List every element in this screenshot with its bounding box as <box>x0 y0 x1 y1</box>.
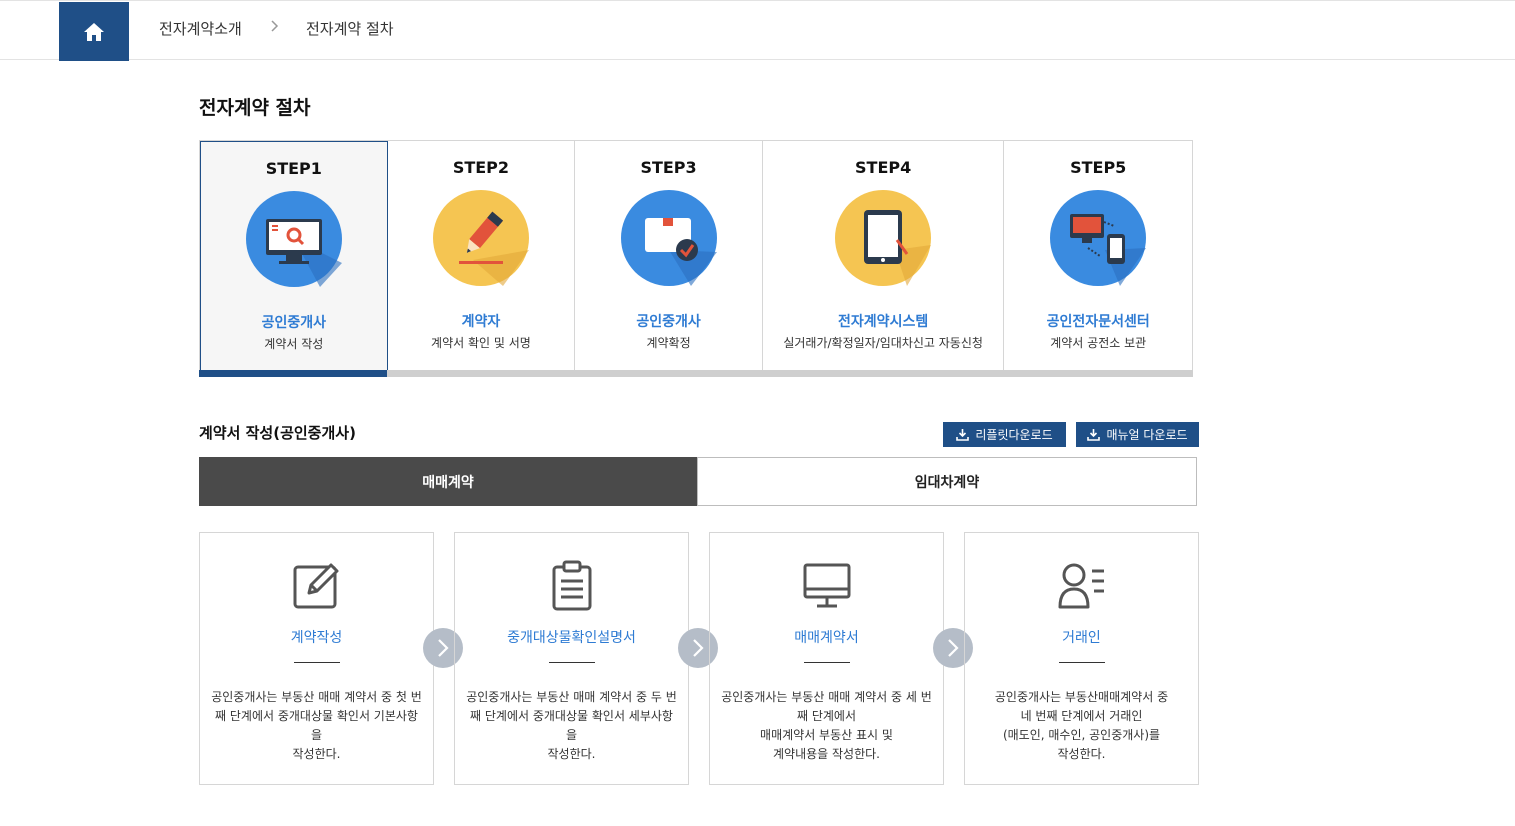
step-4[interactable]: STEP4 전자계약시스템 실거래가/확정일자/임대차신고 자동신청 <box>763 141 1005 371</box>
process-card-contract: 계약작성 공인중개사는 부동산 매매 계약서 중 첫 번 째 단계에서 중개대상… <box>199 532 434 785</box>
card-description: 공인중개사는 부동산 매매 계약서 중 첫 번 째 단계에서 중개대상물 확인서… <box>211 690 422 761</box>
manual-download-label: 매뉴얼 다운로드 <box>1106 428 1188 442</box>
monitor-icon <box>803 563 850 608</box>
step-desc: 계약서 작성 <box>264 337 324 351</box>
process-card-parties: 거래인 공인중개사는 부동산매매계약서 중 네 번째 단계에서 거래인 (매도인… <box>964 532 1199 785</box>
step-2[interactable]: STEP2 계약자 계약서 확인 및 서명 <box>388 141 576 371</box>
card-title: 중개대상물확인설명서 <box>507 630 636 646</box>
document-check-icon <box>620 190 717 286</box>
step-role: 전자계약시스템 <box>838 314 929 330</box>
card-description: 공인중개사는 부동산매매계약서 중 네 번째 단계에서 거래인 (매도인, 매수… <box>994 690 1169 761</box>
step-desc: 계약서 확인 및 서명 <box>431 336 531 350</box>
step-desc: 계약서 공전소 보관 <box>1050 336 1147 350</box>
monitor-search-icon <box>245 191 342 287</box>
leaflet-download-label: 리플릿다운로드 <box>975 428 1053 442</box>
step-3[interactable]: STEP3 공인중개사 계약확정 <box>575 141 763 371</box>
tab-sale[interactable]: 매매계약 <box>199 457 697 506</box>
download-icon <box>956 429 970 441</box>
home-button[interactable] <box>59 2 129 61</box>
step-number: STEP5 <box>1070 158 1127 177</box>
download-icon <box>1087 429 1101 441</box>
step-desc: 계약확정 <box>646 336 691 350</box>
manual-download-button[interactable]: 매뉴얼 다운로드 <box>1076 422 1199 447</box>
step-role: 공인중개사 <box>636 314 701 330</box>
clipboard-icon <box>552 560 591 611</box>
step-role: 계약자 <box>461 314 501 330</box>
chevron-right-icon <box>271 20 279 32</box>
tablet-icon <box>835 190 932 286</box>
user-list-icon <box>1058 563 1104 609</box>
section-title: 계약서 작성(공인중개사) <box>199 424 356 442</box>
step-number: STEP1 <box>265 159 322 178</box>
card-title: 거래인 <box>1062 630 1101 646</box>
pencil-icon <box>432 190 529 286</box>
card-divider <box>293 662 340 663</box>
step-number: STEP3 <box>640 158 697 177</box>
card-divider <box>803 662 850 663</box>
step-desc: 실거래가/확정일자/임대차신고 자동신청 <box>783 336 983 350</box>
card-title: 매매계약서 <box>794 630 859 646</box>
card-description: 공인중개사는 부동산 매매 계약서 중 세 번 째 단계에서 매매계약서 부동산… <box>721 690 932 761</box>
step-5[interactable]: STEP5 공인전자문서센터 계약서 공전소 보관 <box>1004 141 1192 371</box>
process-card-property-report: 중개대상물확인설명서 공인중개사는 부동산 매매 계약서 중 두 번 째 단계에… <box>454 532 689 785</box>
process-card-sale-contract: 매매계약서 공인중개사는 부동산 매매 계약서 중 세 번 째 단계에서 매매계… <box>709 532 944 785</box>
page-title: 전자계약 절차 <box>199 97 311 119</box>
breadcrumb-item-current: 전자계약 절차 <box>306 20 394 38</box>
step-1[interactable]: STEP1 공인중개사 계약서 작성 <box>200 141 388 371</box>
card-description: 공인중개사는 부동산 매매 계약서 중 두 번 째 단계에서 중개대상물 확인서… <box>466 690 677 761</box>
card-title: 계약작성 <box>290 630 343 646</box>
step-role: 공인중개사 <box>261 315 327 331</box>
card-divider <box>1058 662 1105 663</box>
step-number: STEP2 <box>452 158 510 177</box>
leaflet-download-button[interactable]: 리플릿다운로드 <box>943 422 1066 447</box>
steps-panel: STEP1 공인중개사 계약서 작성 STEP2 계약자 계약서 확인 및 서명… <box>199 140 1193 377</box>
step-role: 공인전자문서센터 <box>1046 314 1150 330</box>
contract-type-tabs: 매매계약 임대차계약 <box>199 457 1197 506</box>
step-number: STEP4 <box>855 158 912 177</box>
card-divider <box>548 662 595 663</box>
tab-lease[interactable]: 임대차계약 <box>697 457 1197 506</box>
breadcrumb-item-intro[interactable]: 전자계약소개 <box>159 18 242 39</box>
home-icon <box>84 22 104 41</box>
breadcrumb: 전자계약소개 전자계약 절차 <box>0 0 1515 61</box>
edit-icon <box>293 563 338 609</box>
devices-sync-icon <box>1050 190 1147 286</box>
steps-progress-active <box>199 370 387 377</box>
